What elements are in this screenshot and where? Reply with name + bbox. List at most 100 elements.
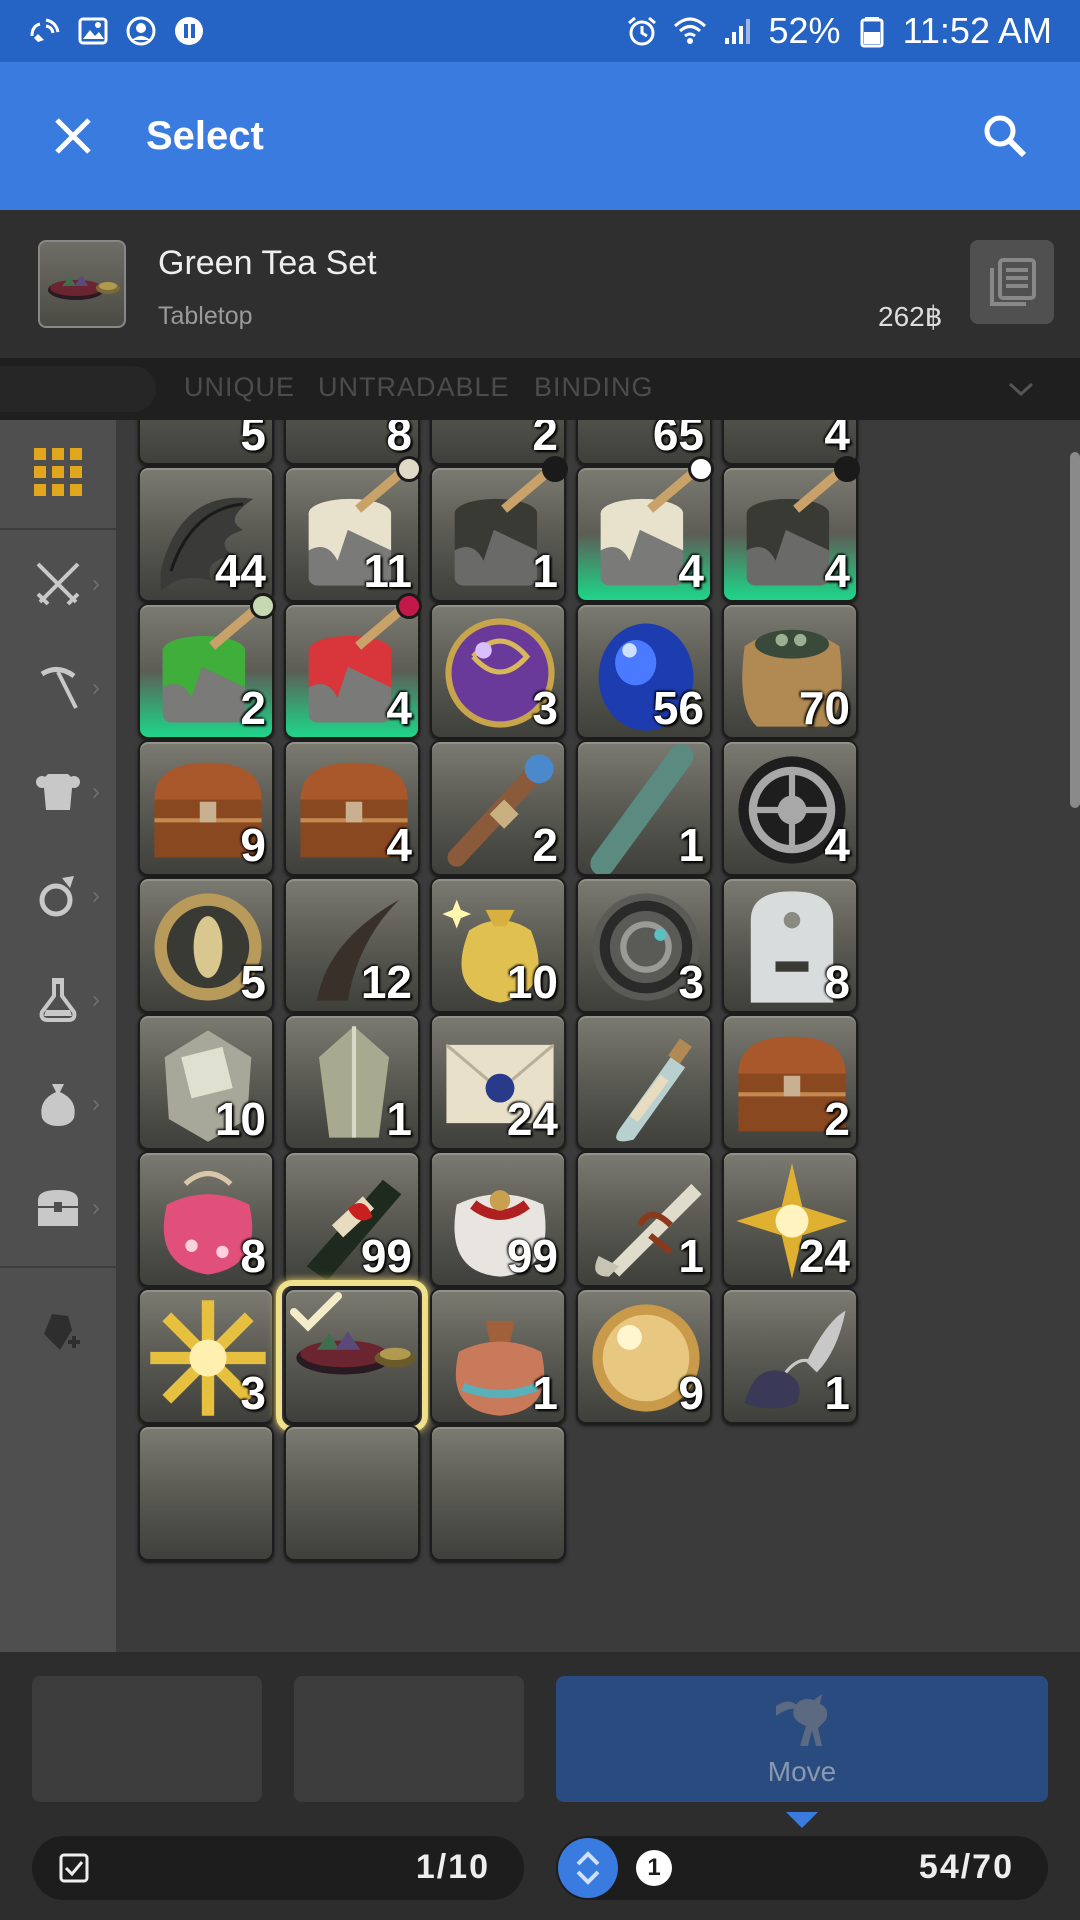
item-quantity: 24 bbox=[506, 1093, 558, 1145]
item-slot-chest[interactable]: 4 bbox=[284, 740, 420, 876]
selection-counter[interactable]: 1/10 bbox=[32, 1836, 524, 1900]
item-slot-fish-lure[interactable]: 1 bbox=[722, 1288, 858, 1424]
action-slot-2[interactable] bbox=[294, 1676, 524, 1802]
item-quantity: 44 bbox=[214, 545, 266, 597]
category-all[interactable] bbox=[0, 420, 116, 524]
close-icon bbox=[55, 118, 91, 154]
item-slot-gold-bag[interactable]: 10 bbox=[430, 877, 566, 1013]
item-slot-gem-blue[interactable]: 56 bbox=[576, 603, 712, 739]
item-slot-tablet[interactable]: 8 bbox=[722, 877, 858, 1013]
item-slot-paint-white[interactable]: 4 bbox=[576, 466, 712, 602]
page-title: Select bbox=[146, 113, 264, 158]
item-slot-scroll[interactable]: 1 bbox=[576, 1151, 712, 1287]
filter-pill[interactable] bbox=[0, 366, 156, 412]
item-quantity: 1 bbox=[678, 819, 704, 871]
search-button[interactable] bbox=[930, 62, 1080, 210]
item-slot-chest[interactable]: 9 bbox=[138, 740, 274, 876]
app-bar: Select bbox=[0, 62, 1080, 210]
list-icon bbox=[990, 258, 1036, 306]
item-quantity: 2 bbox=[824, 1093, 850, 1145]
item-slot-claw[interactable]: 12 bbox=[284, 877, 420, 1013]
filter-untradable[interactable]: UNTRADABLE bbox=[318, 372, 510, 403]
item-quantity: 1 bbox=[532, 1367, 558, 1419]
checkbox-icon bbox=[59, 1853, 89, 1883]
item-slot-rock[interactable]: 10 bbox=[138, 1014, 274, 1150]
item-slot-coin[interactable]: 5 bbox=[138, 877, 274, 1013]
armor-icon bbox=[36, 774, 80, 810]
item-quantity: 10 bbox=[506, 956, 558, 1008]
item-quantity: 1 bbox=[824, 1367, 850, 1419]
item-slot-champagne[interactable]: 99 bbox=[284, 1151, 420, 1287]
item-slot-wing[interactable]: 44 bbox=[138, 466, 274, 602]
move-button[interactable]: Move bbox=[556, 1676, 1048, 1802]
category-favorites[interactable] bbox=[0, 1280, 116, 1384]
pause-icon bbox=[172, 14, 206, 48]
item-slot-pouch-pink[interactable]: 8 bbox=[138, 1151, 274, 1287]
category-weapons[interactable]: › bbox=[0, 532, 116, 636]
category-tools[interactable]: › bbox=[0, 636, 116, 740]
item-slot-sack[interactable]: 70 bbox=[722, 603, 858, 739]
chevron-right-icon: › bbox=[92, 674, 100, 701]
item-quantity: 99 bbox=[506, 1230, 558, 1282]
sort-toggle-icon[interactable] bbox=[556, 1836, 620, 1900]
chevron-down-icon[interactable] bbox=[1004, 372, 1038, 406]
item-slot-stick[interactable]: 1 bbox=[576, 740, 712, 876]
item-detail: Green Tea Set Tabletop 262฿ bbox=[0, 210, 1080, 358]
item-slot-partial[interactable] bbox=[430, 1425, 566, 1561]
item-slot-snowflake[interactable]: 3 bbox=[138, 1288, 274, 1424]
item-slot-chest[interactable]: 2 bbox=[722, 1014, 858, 1150]
scrollbar[interactable] bbox=[1070, 452, 1080, 808]
item-slot-orb-purple[interactable]: 3 bbox=[430, 603, 566, 739]
item-quantity: 8 bbox=[386, 420, 412, 460]
move-label: Move bbox=[767, 1756, 837, 1787]
sidebar-divider bbox=[0, 1266, 116, 1268]
item-quantity: 1 bbox=[678, 1230, 704, 1282]
item-grid: 5 8 2 65 4 44 11 1 4 4 2 4 3 56 70 9 4 2 1 4 5 12 10 3 8 10 1 24 2 8 9… bbox=[116, 420, 1080, 1652]
category-accessories[interactable]: › bbox=[0, 844, 116, 948]
filter-binding[interactable]: BINDING bbox=[534, 372, 654, 403]
capacity-counter[interactable]: 1 54/70 bbox=[556, 1836, 1048, 1900]
item-price: 262฿ bbox=[878, 301, 943, 332]
item-slot-gear-ornate[interactable]: 3 bbox=[576, 877, 712, 1013]
item-quantity: 2 bbox=[532, 819, 558, 871]
filter-unique[interactable]: UNIQUE bbox=[184, 372, 295, 403]
filter-bar: UNIQUE UNTRADABLE BINDING bbox=[0, 358, 1080, 420]
item-slot-bottle[interactable] bbox=[576, 1014, 712, 1150]
flask-icon bbox=[39, 978, 77, 1022]
item-slot-paint-red[interactable]: 4 bbox=[284, 603, 420, 739]
category-armor[interactable]: › bbox=[0, 740, 116, 844]
dye-color-dot bbox=[834, 456, 860, 482]
item-slot-gift-bag[interactable]: 99 bbox=[430, 1151, 566, 1287]
stack-index-badge: 1 bbox=[636, 1850, 672, 1886]
dye-color-dot bbox=[396, 593, 422, 619]
item-slot-paint-black[interactable]: 1 bbox=[430, 466, 566, 602]
item-slot-crystal[interactable]: 1 bbox=[284, 1014, 420, 1150]
item-slot-paint-green[interactable]: 2 bbox=[138, 603, 274, 739]
item-quantity: 2 bbox=[532, 420, 558, 460]
item-slot-paint-white[interactable]: 11 bbox=[284, 466, 420, 602]
item-slot-partial[interactable]: 5 bbox=[138, 420, 274, 465]
item-slot-partial[interactable] bbox=[284, 1425, 420, 1561]
item-quantity: 4 bbox=[386, 682, 412, 734]
item-slot-paint-black[interactable]: 4 bbox=[722, 466, 858, 602]
item-slot-scroll-rod[interactable]: 2 bbox=[430, 740, 566, 876]
item-quantity: 3 bbox=[678, 956, 704, 1008]
close-button[interactable] bbox=[0, 62, 146, 210]
item-quantity: 2 bbox=[240, 682, 266, 734]
item-slot-orb-gold[interactable]: 9 bbox=[576, 1288, 712, 1424]
category-materials[interactable]: › bbox=[0, 1052, 116, 1156]
item-slot-gear[interactable]: 4 bbox=[722, 740, 858, 876]
action-slot-1[interactable] bbox=[32, 1676, 262, 1802]
category-medicine[interactable]: › bbox=[0, 948, 116, 1052]
battery-percent: 52% bbox=[768, 10, 841, 51]
item-slot-pouch-brown[interactable]: 1 bbox=[430, 1288, 566, 1424]
item-quantity: 9 bbox=[678, 1367, 704, 1419]
item-slot-letter[interactable]: 24 bbox=[430, 1014, 566, 1150]
item-list-button[interactable] bbox=[970, 240, 1054, 324]
item-slot-star-ornament[interactable]: 24 bbox=[722, 1151, 858, 1287]
item-slot-partial[interactable] bbox=[138, 1425, 274, 1561]
item-quantity: 1 bbox=[386, 1093, 412, 1145]
chest-icon bbox=[38, 1190, 78, 1226]
category-other[interactable]: › bbox=[0, 1156, 116, 1260]
wifi-call-icon bbox=[28, 14, 62, 48]
